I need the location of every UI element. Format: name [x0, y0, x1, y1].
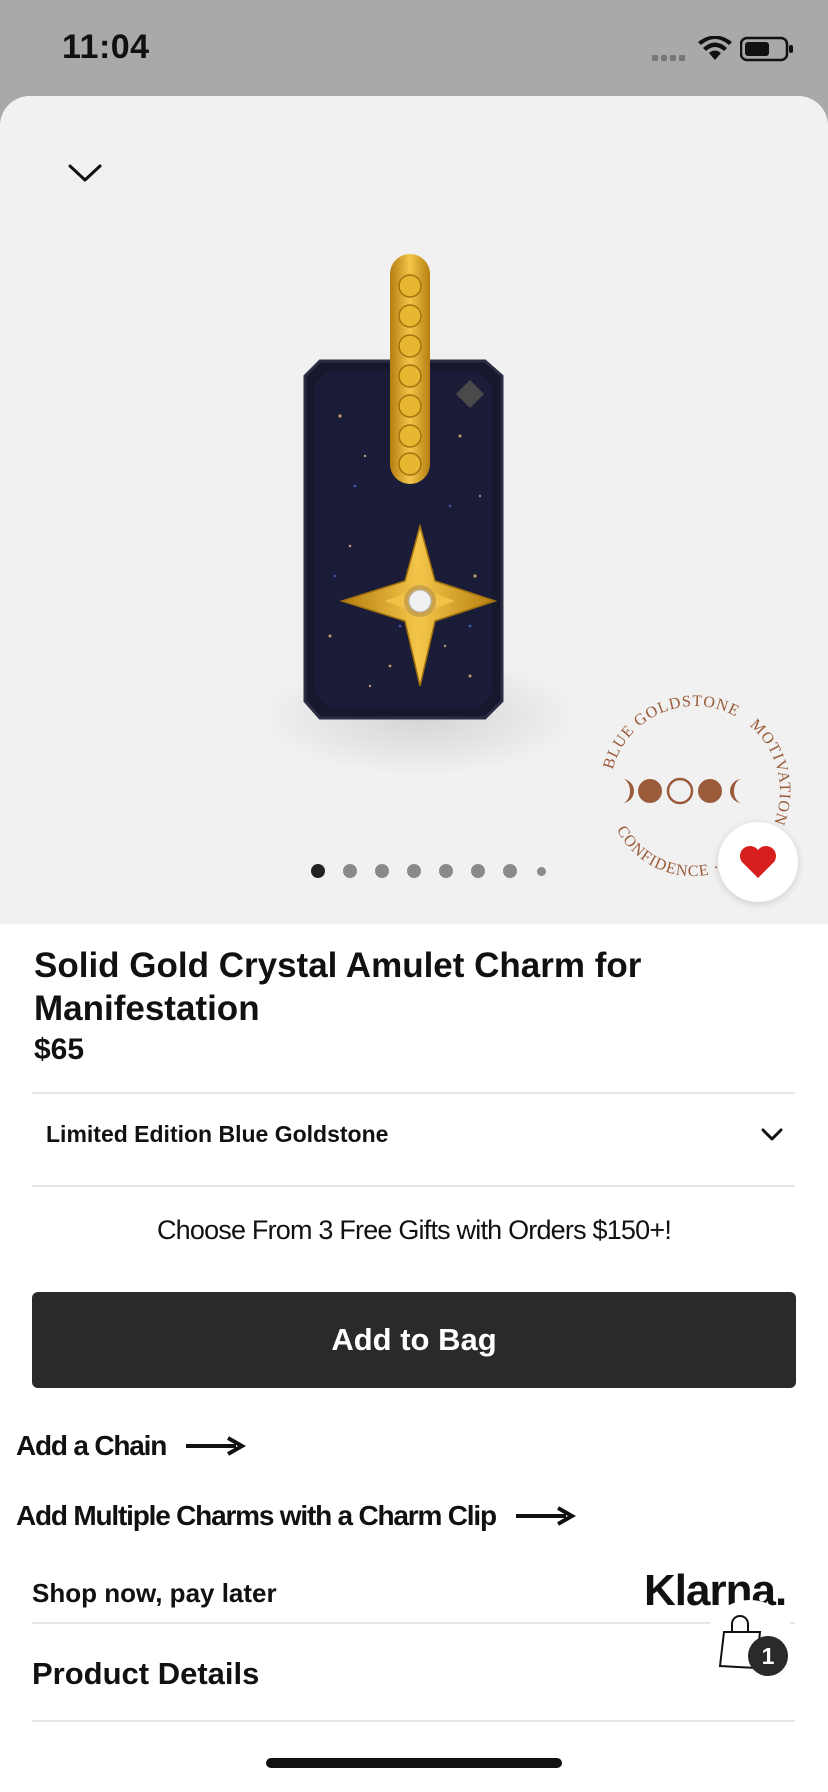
gallery-dot[interactable] [537, 867, 546, 876]
gallery-pagination[interactable] [0, 864, 828, 884]
pay-later-text: Shop now, pay later [32, 1578, 277, 1608]
product-title: Solid Gold Crystal Amulet Charm for Mani… [34, 946, 642, 1028]
variant-select[interactable]: Limited Edition Blue Goldstone [32, 1091, 795, 1181]
wifi-icon [698, 36, 732, 60]
product-sheet: BLUE GOLDSTONE MOTIVATION CONFIDENCE · I… [0, 96, 828, 1792]
divider [32, 1720, 795, 1722]
status-bar: 11:04 [0, 0, 828, 96]
gallery-dot[interactable] [375, 864, 389, 878]
stamp-text-right: MOTIVATION [747, 716, 793, 828]
gallery-dot[interactable] [439, 864, 453, 878]
moon-phases-icon [622, 777, 742, 805]
add-chain-label: Add a Chain [16, 1430, 167, 1461]
gallery-dot[interactable] [471, 864, 485, 878]
variant-selected-label: Limited Edition Blue Goldstone [46, 1121, 389, 1147]
status-time: 11:04 [62, 28, 150, 66]
arrow-right-icon [186, 1436, 247, 1456]
stamp-text-top: BLUE GOLDSTONE [600, 693, 741, 771]
home-indicator[interactable] [266, 1758, 562, 1768]
divider [32, 1185, 795, 1187]
product-image[interactable] [270, 246, 570, 846]
add-charm-clip-label: Add Multiple Charms with a Charm Clip [16, 1500, 497, 1531]
divider [32, 1622, 795, 1624]
gallery-dot[interactable] [311, 864, 325, 878]
product-gallery[interactable]: BLUE GOLDSTONE MOTIVATION CONFIDENCE · I… [0, 96, 828, 924]
gallery-dot[interactable] [407, 864, 421, 878]
heart-icon [740, 846, 776, 878]
add-chain-link[interactable]: Add a Chain [16, 1430, 247, 1462]
add-charm-clip-link[interactable]: Add Multiple Charms with a Charm Clip [16, 1500, 576, 1532]
chevron-down-icon [761, 1128, 783, 1141]
arrow-right-icon [515, 1506, 576, 1526]
cellular-signal-icon [652, 55, 685, 61]
cart-count-badge: 1 [748, 1636, 788, 1676]
chevron-down-icon[interactable] [60, 152, 110, 192]
svg-text:MOTIVATION: MOTIVATION [747, 716, 794, 828]
gallery-dot[interactable] [343, 864, 357, 878]
cart-button[interactable]: 1 [704, 1600, 796, 1692]
promo-text: Choose From 3 Free Gifts with Orders $15… [156, 1215, 672, 1245]
product-details-section[interactable]: Product Details [32, 1656, 259, 1692]
product-price: $65 [34, 1033, 85, 1066]
svg-text:BLUE GOLDSTONE: BLUE GOLDSTONE [600, 693, 742, 771]
battery-icon [740, 36, 793, 62]
favorite-button[interactable] [718, 822, 798, 902]
gallery-dot[interactable] [503, 864, 517, 878]
add-to-bag-button[interactable]: Add to Bag [32, 1292, 796, 1388]
